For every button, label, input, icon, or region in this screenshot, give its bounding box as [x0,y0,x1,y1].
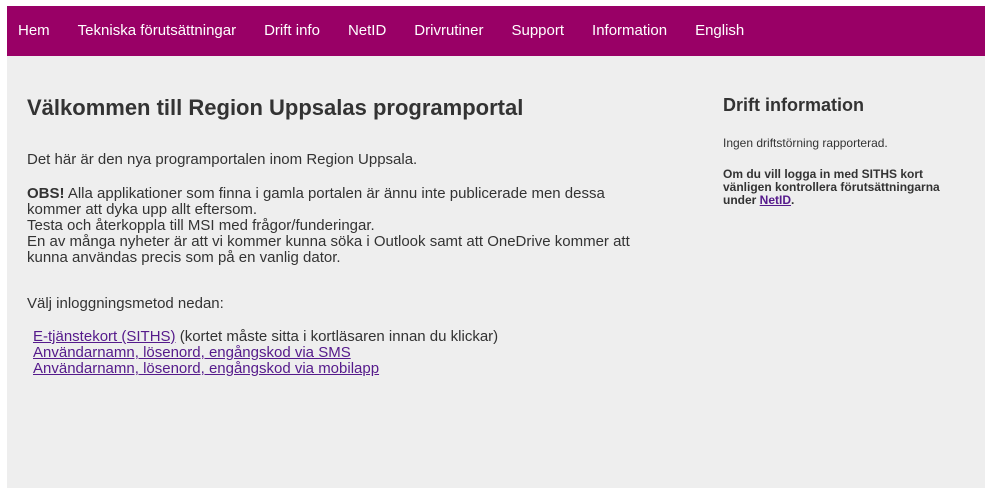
nav-item-drivrutiner[interactable]: Drivrutiner [414,6,483,56]
siths-login-link[interactable]: E-tjänstekort (SITHS) [33,328,176,345]
main-content: Välkommen till Region Uppsalas programpo… [27,94,687,377]
nav-item-hem[interactable]: Hem [18,6,50,56]
login-row-sms: Användarnamn, lösenord, engångskod via S… [33,345,498,361]
login-method-label: Välj inloggningsmetod nedan: [27,295,224,312]
notice-line-3: Testa och återkoppla till MSI med frågor… [27,217,375,234]
siths-info-suffix: . [791,193,795,207]
intro-text: Det här är den nya programportalen inom … [27,151,418,168]
portal-frame: Hem Tekniska förutsättningar Drift info … [7,6,985,488]
obs-label: OBS! [27,185,65,202]
notice-line-2: kommer att dyka upp allt eftersom. [27,201,258,218]
page: Hem Tekniska förutsättningar Drift info … [0,0,990,488]
sidebar-title: Drift information [723,95,864,115]
login-row-app: Användarnamn, lösenord, engångskod via m… [33,361,498,377]
siths-info: Om du vill logga in med SITHS kort vänli… [723,168,983,207]
notice-line-1-text: Alla applikationer som finna i gamla por… [64,185,605,202]
notice-block: OBS! Alla applikationer som finna i gaml… [27,186,687,266]
nav-item-information[interactable]: Information [592,6,667,56]
notice-line-4: En av många nyheter är att vi kommer kun… [27,233,630,250]
notice-line-1: OBS! Alla applikationer som finna i gaml… [27,186,687,202]
siths-login-note: (kortet måste sitta i kortläsaren innan … [175,328,499,345]
notice-line-5: kunna användas precis som på en vanlig d… [27,249,341,266]
mobile-app-login-link[interactable]: Användarnamn, lösenord, engångskod via m… [33,360,379,377]
netid-link[interactable]: NetID [760,193,791,207]
sms-login-link[interactable]: Användarnamn, lösenord, engångskod via S… [33,344,351,361]
drift-status-text: Ingen driftstörning rapporterad. [723,136,888,150]
nav-item-drift-info[interactable]: Drift info [264,6,320,56]
login-methods: E-tjänstekort (SITHS) (kortet måste sitt… [33,329,498,377]
drift-sidebar: Drift information Ingen driftstörning ra… [723,94,983,207]
nav-item-support[interactable]: Support [511,6,564,56]
nav-item-tekniska-forutsattningar[interactable]: Tekniska förutsättningar [78,6,236,56]
nav-item-netid[interactable]: NetID [348,6,386,56]
nav-item-english[interactable]: English [695,6,744,56]
login-row-siths: E-tjänstekort (SITHS) (kortet måste sitt… [33,329,498,345]
page-title: Välkommen till Region Uppsalas programpo… [27,95,524,120]
siths-info-prefix: under [723,193,760,207]
top-navigation: Hem Tekniska förutsättningar Drift info … [7,6,985,56]
siths-info-line-3: under NetID. [723,194,983,207]
